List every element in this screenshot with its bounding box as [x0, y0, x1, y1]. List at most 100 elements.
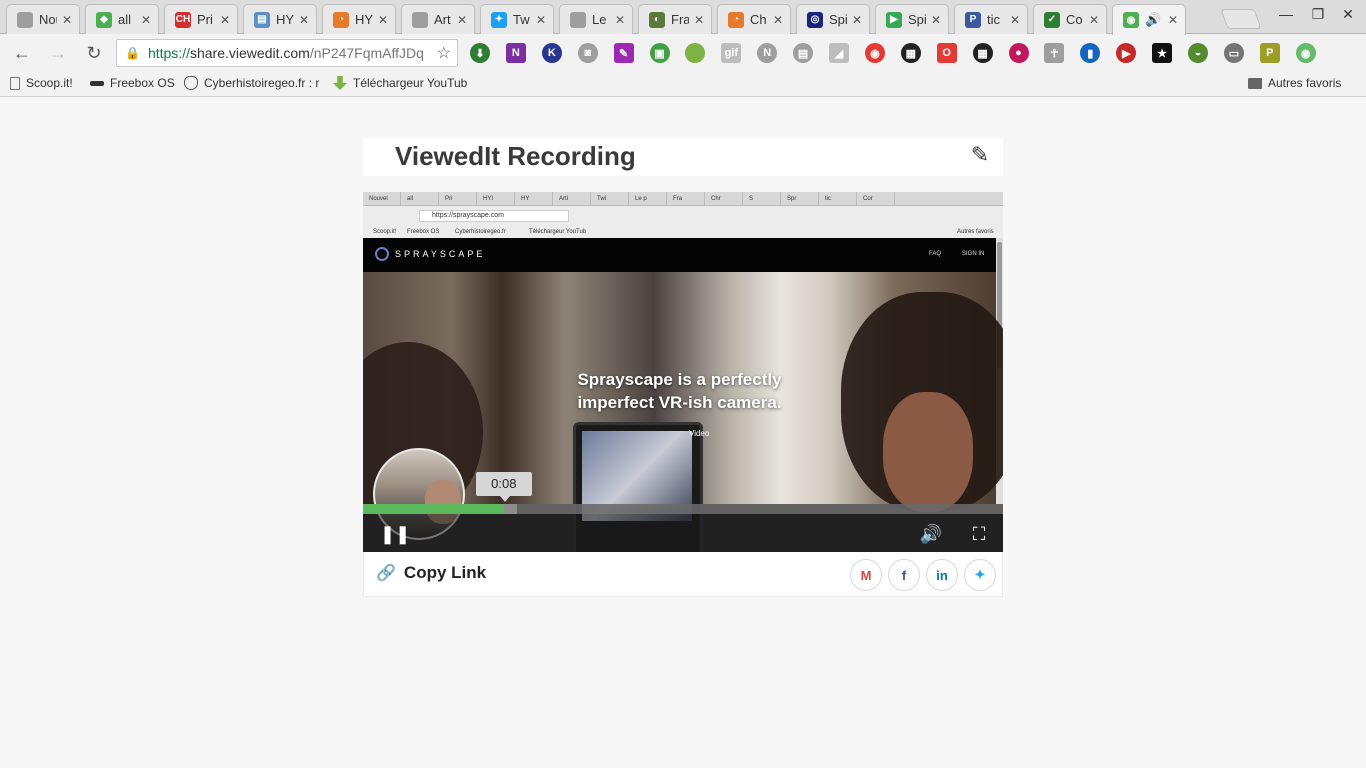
bookmark-freebox[interactable]: Freebox OS [90, 76, 175, 90]
tab-title: Le [592, 12, 607, 27]
download-ext-icon[interactable]: ⬇ [470, 43, 490, 63]
recorded-tab: HYI [477, 192, 515, 205]
tab-close-icon[interactable]: ✕ [1088, 13, 1100, 27]
book-ext-icon[interactable]: ▮ [1080, 43, 1101, 63]
pause-button[interactable]: ❚❚ [380, 522, 410, 546]
linkedin-share-icon[interactable]: in [926, 559, 958, 591]
browser-tab[interactable]: CH Pri ✕ [164, 4, 238, 34]
volume-button[interactable]: 🔊 [919, 522, 943, 546]
tab-favicon-icon: ◔ [728, 11, 744, 28]
edit-pencil-icon[interactable]: ✎ [967, 142, 993, 168]
browser-tab[interactable]: Art ✕ [401, 4, 475, 34]
qr-code-icon[interactable]: ▦ [900, 43, 921, 63]
browser-tab[interactable]: ◆ all ✕ [85, 4, 159, 34]
recorded-tab: Nouvel [363, 192, 401, 205]
browser-tab[interactable]: ✦ Tw ✕ [480, 4, 554, 34]
close-window-button[interactable]: ✕ [1336, 6, 1360, 23]
tab-close-icon[interactable]: ✕ [614, 13, 626, 27]
recorded-bookmark: Freebox OS [407, 229, 440, 235]
bookmark-youtube-downloader[interactable]: Téléchargeur YouTub [333, 76, 467, 90]
reload-button[interactable]: ↻ [82, 42, 106, 64]
gif-ext-icon[interactable]: gif [721, 43, 742, 63]
browser-tab[interactable]: Nouvel ✕ [6, 4, 80, 34]
feather-icon[interactable]: ✎ [613, 43, 634, 63]
opera-icon[interactable]: O [936, 43, 957, 63]
browser-toolbar: ← → ↻ 🔒 https://share.viewedit.com/nP247… [0, 34, 1366, 72]
address-bar[interactable]: 🔒 https://share.viewedit.com/nP247FqmAff… [116, 39, 458, 67]
recorded-tab-strip: Nouvel all Pri HYI HY Arti Twi Le p Fra Chr S Spr ti… [363, 192, 1003, 206]
browser-tab[interactable]: ✓ Co ✕ [1033, 4, 1107, 34]
url-host: share.viewedit.com [189, 45, 310, 61]
other-bookmarks-folder[interactable]: Autres favoris [1248, 76, 1341, 90]
tab-favicon-icon: CH [175, 11, 191, 28]
browser-tab[interactable]: Ptic ✕ [954, 4, 1028, 34]
address-url[interactable]: https://share.viewedit.com/nP247FqmAffJD… [148, 45, 431, 61]
tab-close-icon[interactable]: ✕ [456, 13, 468, 27]
tab-close-icon[interactable]: ✕ [140, 13, 152, 27]
twitter-share-icon[interactable]: ✦ [964, 559, 996, 591]
back-button[interactable]: ← [10, 42, 34, 64]
tab-close-icon[interactable]: ✕ [772, 13, 784, 27]
link-icon: 🔗 [376, 565, 396, 582]
bookmark-cyberhistoiregeo[interactable]: Cyberhistoiregeo.fr : r [184, 76, 319, 90]
tab-close-icon[interactable]: ✕ [535, 13, 547, 27]
pink-circle-icon[interactable]: ● [1008, 43, 1029, 63]
copy-link-button[interactable]: 🔗 Copy Link [376, 563, 486, 583]
pdf-ext-icon[interactable]: P [1259, 43, 1280, 63]
k-ext-icon[interactable]: K [541, 43, 562, 63]
tab-favicon-icon: ✦ [491, 11, 507, 28]
tab-close-icon[interactable]: ✕ [1009, 13, 1021, 27]
tab-close-icon[interactable]: ✕ [61, 13, 73, 27]
bookmark-star-icon[interactable]: ☆ [437, 43, 451, 63]
star-ext-icon[interactable]: ★ [1152, 43, 1173, 63]
restore-button[interactable]: ❐ [1306, 6, 1330, 23]
browser-tab[interactable]: ▶ Spi ✕ [875, 4, 949, 34]
tab-close-icon[interactable]: ✕ [1167, 13, 1179, 27]
tab-favicon-icon: ▤ [254, 11, 270, 28]
page-icon [10, 76, 20, 90]
browser-tab[interactable]: ▤ HY ✕ [243, 4, 317, 34]
broadcast-icon[interactable]: ◉ [864, 43, 885, 63]
tab-title: Tw [513, 12, 530, 27]
rss-icon[interactable]: ◢ [829, 43, 849, 63]
fullscreen-button[interactable]: ⛶ [967, 522, 991, 546]
tab-close-icon[interactable]: ✕ [693, 13, 705, 27]
camera-icon[interactable]: ◙ [577, 43, 598, 63]
onenote-icon[interactable]: N [505, 43, 526, 63]
bookmark-label: Scoop.it! [26, 76, 73, 90]
browser-tab[interactable]: ◎ Spi ✕ [796, 4, 870, 34]
new-tab-button[interactable] [1220, 9, 1262, 29]
viewedit-ext-icon[interactable]: ◉ [1295, 43, 1316, 63]
tab-close-icon[interactable]: ✕ [298, 13, 310, 27]
recorded-tab: HY [515, 192, 553, 205]
green-dot-icon[interactable] [685, 43, 706, 63]
cast-icon[interactable]: ▭ [1223, 43, 1244, 63]
bookmark-scoopit[interactable]: Scoop.it! [10, 76, 73, 90]
print-ext-icon[interactable]: ▣ [649, 43, 670, 63]
tab-close-icon[interactable]: ✕ [219, 13, 231, 27]
recorded-bookmark: Téléchargeur YouTub [529, 229, 587, 235]
recorded-bookmarks-bar: Scoop.it! Freebox OS Cyberhistoiregeo.fr… [363, 226, 1003, 238]
video-player[interactable]: Nouvel all Pri HYI HY Arti Twi Le p Fra Chr S Spr ti… [363, 192, 1003, 552]
tab-close-icon[interactable]: ✕ [930, 13, 942, 27]
minimize-button[interactable]: — [1274, 6, 1298, 22]
browser-tab[interactable]: ◉ 🔊 ✕ [1112, 4, 1186, 35]
browser-tab[interactable]: ◐ Fra ✕ [638, 4, 712, 34]
tab-close-icon[interactable]: ✕ [851, 13, 863, 27]
browser-tab[interactable]: ◔ Ch ✕ [717, 4, 791, 34]
turtle-icon[interactable]: ◒ [1188, 43, 1208, 63]
qr-code-2-icon[interactable]: ▦ [972, 43, 993, 63]
tab-favicon-icon: P [965, 11, 981, 28]
facebook-share-icon[interactable]: f [888, 559, 920, 591]
ankh-icon[interactable]: ☥ [1044, 43, 1065, 63]
gmail-share-icon[interactable]: M [850, 559, 882, 591]
forward-button[interactable]: → [46, 42, 70, 64]
bookmark-label: Freebox OS [110, 76, 175, 90]
browser-tab[interactable]: ◔ HY ✕ [322, 4, 396, 34]
red-ext-icon[interactable]: ▶ [1116, 43, 1137, 63]
seek-bar[interactable] [363, 504, 1003, 514]
n-ext-icon[interactable]: N [757, 43, 778, 63]
browser-tab[interactable]: Le ✕ [559, 4, 633, 34]
stack-ext-icon[interactable]: ▤ [793, 43, 814, 63]
tab-close-icon[interactable]: ✕ [377, 13, 389, 27]
